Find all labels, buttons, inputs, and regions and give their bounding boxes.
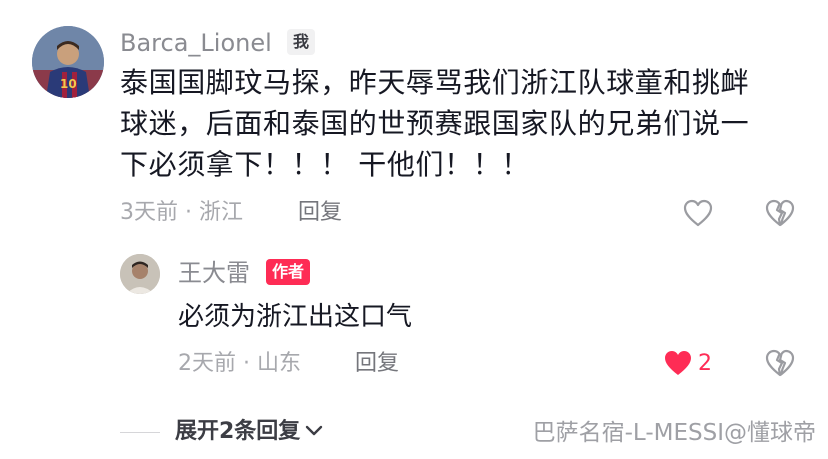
- watermark: 巴萨名宿-L-MESSI@懂球帝: [532, 420, 816, 446]
- reply-timestamp-location: 2天前 · 山东: [178, 351, 301, 376]
- comment-body: 泰国国脚玟马探，昨天辱骂我们浙江队球童和挑衅 球迷，后面和泰国的世预赛跟国家队的…: [120, 62, 749, 185]
- expand-replies-label[interactable]: 展开2条回复: [175, 421, 300, 443]
- broken-heart-icon[interactable]: [765, 349, 795, 381]
- commenter-username[interactable]: Barca_Lionel: [120, 31, 272, 55]
- comment-text-line: 球迷，后面和泰国的世预赛跟国家队的兄弟们说一: [120, 107, 750, 140]
- comment-text-line: 下必须拿下！！！ 干他们！！！: [120, 148, 530, 181]
- reply-like-count: 2: [698, 351, 712, 376]
- broken-heart-icon[interactable]: [765, 199, 795, 231]
- reply-author-avatar[interactable]: [120, 254, 160, 294]
- chevron-down-icon[interactable]: [304, 423, 324, 442]
- comment-timestamp-location: 3天前 · 浙江: [120, 200, 243, 225]
- reply-text: 必须为浙江出这口气: [178, 302, 413, 332]
- heart-filled-icon[interactable]: [663, 349, 693, 381]
- heart-outline-icon[interactable]: [683, 199, 713, 231]
- svg-text:10: 10: [60, 77, 77, 91]
- author-tag-badge: 作者: [266, 259, 311, 285]
- expand-divider: [120, 432, 160, 433]
- comment-text-line: 泰国国脚玟马探，昨天辱骂我们浙江队球童和挑衅: [120, 66, 750, 99]
- reply-author-username[interactable]: 王大雷: [178, 261, 250, 285]
- self-tag-badge: 我: [287, 29, 316, 55]
- commenter-avatar[interactable]: 10: [32, 26, 104, 98]
- expand-replies-button[interactable]: 展开2条回复: [175, 421, 324, 443]
- reply-to-reply-button[interactable]: 回复: [355, 353, 399, 375]
- reply-button[interactable]: 回复: [298, 202, 342, 224]
